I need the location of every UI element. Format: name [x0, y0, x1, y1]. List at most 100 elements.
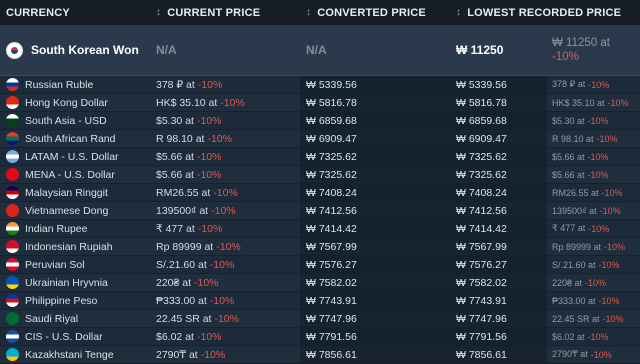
table-row: Indonesian Rupiah Rp 89999 at -10% ₩ 7567.9… — [0, 238, 640, 256]
country-flag-icon — [6, 114, 19, 127]
price-text: ₩ 6859.68 — [306, 114, 357, 127]
price-text: Rp 89999 at — [552, 241, 602, 252]
lowest-price: ₩ 7325.62 — [450, 148, 547, 165]
lowest-price-detail: ₩ 11250 at -10% — [547, 25, 640, 75]
converted-price: ₩ 7325.62 — [300, 148, 450, 165]
lowest-price: ₩ 7414.42 — [450, 220, 547, 237]
sort-arrow-icon: ↕ — [156, 7, 162, 18]
currency-cell: South Asia - USD — [0, 112, 150, 129]
converted-price: ₩ 6909.47 — [300, 130, 450, 147]
price-text: ₩ 7325.62 — [306, 168, 357, 181]
converted-price: ₩ 7412.56 — [300, 202, 450, 219]
currency-cell: Peruvian Sol — [0, 256, 150, 273]
lowest-price-detail: $6.02 at -10% — [547, 328, 640, 345]
lowest-price-detail: HK$ 35.10 at -10% — [547, 94, 640, 111]
lowest-price-detail: 2790₸ at -10% — [547, 346, 640, 363]
price-text: ₩ 7567.99 — [306, 240, 357, 253]
converted-price: ₩ 6859.68 — [300, 112, 450, 129]
lowest-price-detail: R 98.10 at -10% — [547, 130, 640, 147]
price-text: 2790₸ at — [156, 348, 198, 361]
price-text: ₩ 5339.56 — [456, 78, 507, 91]
lowest-price: ₩ 7743.91 — [450, 292, 547, 309]
price-text: ₩ 5816.78 — [306, 96, 357, 109]
currency-cell: CIS - U.S. Dollar — [0, 328, 150, 345]
discount-percent: -10% — [216, 240, 241, 253]
table-row: Vietnamese Dong 139500₫ at -10% ₩ 7412.56 ₩ … — [0, 202, 640, 220]
price-text: S/.21.60 at — [156, 258, 207, 271]
lowest-price: ₩ 11250 — [456, 43, 504, 57]
price-text: $5.30 at — [552, 115, 585, 126]
price-text: 22.45 SR at — [156, 312, 212, 325]
currency-cell: MENA - U.S. Dollar — [0, 166, 150, 183]
lowest-price-detail: S/.21.60 at -10% — [547, 256, 640, 273]
table-row: Saudi Riyal 22.45 SR at -10% ₩ 7747.96 ₩ 774… — [0, 310, 640, 328]
country-flag-icon — [6, 204, 19, 217]
discount-percent: -10% — [209, 258, 235, 271]
lowest-price-detail: RM26.55 at -10% — [547, 184, 640, 201]
country-flag-icon — [6, 132, 19, 145]
table-row: Kazakhstani Tenge 2790₸ at -10% ₩ 7856.61 ₩ … — [0, 346, 640, 364]
converted-price: N/A — [306, 43, 327, 57]
price-text: ₩ 7576.27 — [456, 258, 507, 271]
column-header-current-price[interactable]: ↕ CURRENT PRICE — [150, 0, 300, 25]
header-label: CURRENCY — [6, 6, 70, 19]
price-text: $5.66 at — [552, 169, 585, 180]
price-text: ₩ 7414.42 — [456, 222, 507, 235]
price-text: 220₴ at — [156, 276, 192, 289]
currency-cell: Philippine Peso — [0, 292, 150, 309]
lowest-price-at: ₩ 11250 at — [552, 37, 610, 49]
price-text: R 98.10 at — [552, 133, 594, 144]
current-price: R 98.10 at -10% — [150, 130, 300, 147]
country-flag-icon — [6, 150, 19, 163]
discount-percent: -10% — [588, 223, 610, 234]
price-text: 378 ₽ at — [552, 79, 586, 89]
price-text: 378 ₽ at — [156, 78, 195, 91]
column-header-currency[interactable]: CURRENCY — [0, 0, 150, 25]
currency-cell: Saudi Riyal — [0, 310, 150, 327]
price-text: 139500₫ at — [156, 204, 209, 217]
column-header-lowest-price[interactable]: ↕ LOWEST RECORDED PRICE — [450, 0, 640, 25]
lowest-price-detail: 378 ₽ at -10% — [547, 76, 640, 93]
table-row: Philippine Peso ₱333.00 at -10% ₩ 7743.91 ₩ … — [0, 292, 640, 310]
lowest-price-detail: ₱333.00 at -10% — [547, 292, 640, 309]
currency-name: South Asia - USD — [25, 114, 107, 127]
current-price: ₹ 477 at -10% — [150, 220, 300, 237]
discount-percent: -10% — [196, 114, 222, 127]
discount-percent: -10% — [196, 150, 222, 163]
price-text: ₩ 7567.99 — [456, 240, 507, 253]
column-header-converted-price[interactable]: ↕ CONVERTED PRICE — [300, 0, 450, 25]
current-price: 139500₫ at -10% — [150, 202, 300, 219]
lowest-price-detail: $5.66 at -10% — [547, 166, 640, 183]
converted-price: ₩ 7414.42 — [300, 220, 450, 237]
discount-percent: -10% — [604, 241, 626, 252]
discount-percent: -10% — [587, 169, 609, 180]
price-text: ₩ 7856.61 — [306, 348, 357, 361]
country-flag-icon — [6, 186, 19, 199]
table-row: LATAM - U.S. Dollar $5.66 at -10% ₩ 7325.62… — [0, 148, 640, 166]
discount-percent: -10% — [602, 313, 624, 324]
discount-percent: -10% — [214, 312, 239, 325]
discount-percent: -10% — [207, 132, 232, 145]
price-text: ₩ 7743.91 — [456, 294, 507, 307]
price-text: ₩ 7325.62 — [456, 150, 507, 163]
price-text: RM26.55 at — [552, 187, 599, 198]
table-row: Malaysian Ringgit RM26.55 at -10% ₩ 7408.24… — [0, 184, 640, 202]
currency-name: MENA - U.S. Dollar — [25, 168, 115, 181]
price-text: $5.66 at — [156, 150, 194, 163]
price-text: ₩ 7856.61 — [456, 348, 507, 361]
current-price: 220₴ at -10% — [150, 274, 300, 291]
table-row: Ukrainian Hryvnia 220₴ at -10% ₩ 7582.02 ₩ 7… — [0, 274, 640, 292]
currency-name: South African Rand — [25, 132, 116, 145]
lowest-price-detail: 139500₫ at -10% — [547, 202, 640, 219]
price-text: ₹ 477 at — [552, 223, 586, 233]
price-text: ₩ 5816.78 — [456, 96, 507, 109]
currency-cell: Vietnamese Dong — [0, 202, 150, 219]
converted-price: ₩ 7791.56 — [300, 328, 450, 345]
current-price: $6.02 at -10% — [150, 328, 300, 345]
converted-price: ₩ 7408.24 — [300, 184, 450, 201]
price-text: ₩ 7582.02 — [306, 276, 357, 289]
price-text: S/.21.60 at — [552, 259, 596, 270]
country-flag-icon — [6, 348, 19, 361]
base-currency-row: South Korean Won N/A N/A ₩ 11250 ₩ 11250… — [0, 25, 640, 76]
price-text: 139500₫ at — [552, 205, 597, 216]
